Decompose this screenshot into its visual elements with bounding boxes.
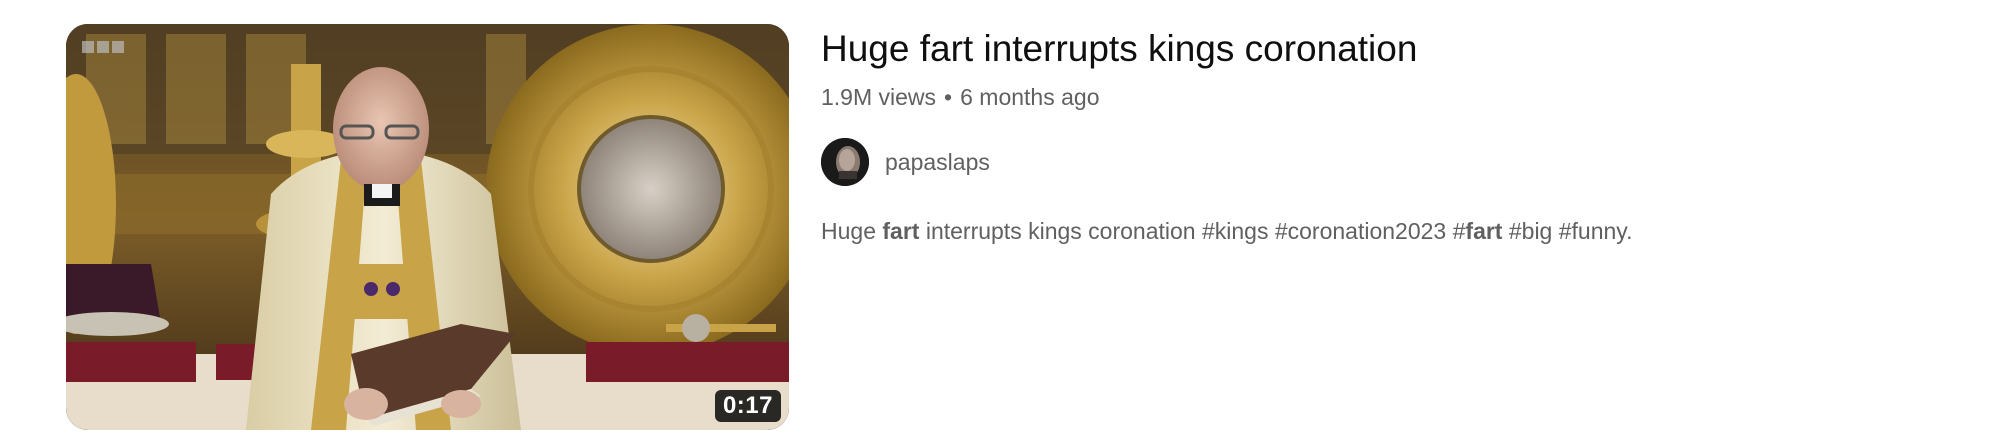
video-title[interactable]: Huge fart interrupts kings coronation (821, 24, 1971, 74)
video-search-result: 0:17 Huge fart interrupts kings coronati… (0, 0, 2016, 446)
description-text: interrupts kings coronation #kings #coro… (919, 218, 1466, 244)
view-count: 1.9M views (821, 84, 937, 110)
upload-age: 6 months ago (960, 84, 1100, 110)
video-metadata: 1.9M views • 6 months ago (821, 82, 1971, 112)
description-text: Huge (821, 218, 883, 244)
video-thumbnail[interactable]: 0:17 (66, 24, 789, 430)
channel-avatar[interactable] (821, 138, 869, 186)
description-highlight: fart (882, 218, 920, 244)
video-description-snippet: Huge fart interrupts kings coronation #k… (821, 216, 1971, 246)
channel-name[interactable]: papaslaps (885, 149, 990, 176)
channel-link[interactable]: papaslaps (821, 138, 1971, 186)
description-highlight: fart (1465, 218, 1503, 244)
duration-badge: 0:17 (714, 390, 781, 422)
description-text: #big #funny. (1502, 218, 1633, 244)
thumbnail-image (66, 24, 789, 430)
avatar-image (821, 138, 869, 186)
video-details: Huge fart interrupts kings coronation 1.… (821, 24, 1971, 246)
metadata-separator: • (944, 84, 953, 110)
